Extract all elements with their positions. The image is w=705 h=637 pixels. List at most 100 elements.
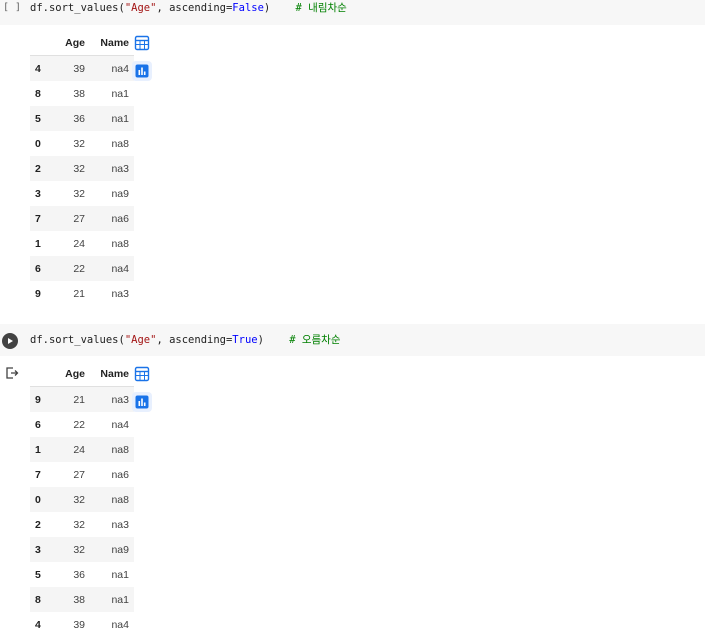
table-row: 7 27 na6	[30, 462, 134, 487]
row-index: 7	[35, 468, 41, 481]
age-cell: 27	[73, 212, 85, 225]
name-cell: na3	[111, 162, 129, 175]
row-index: 2	[35, 518, 41, 531]
table-row: 3 32 na9	[30, 181, 134, 206]
row-index: 3	[35, 187, 41, 200]
code-editor-1[interactable]: [ ] df.sort_values("Age", ascending=Fals…	[0, 0, 705, 25]
row-index: 0	[35, 137, 41, 150]
age-cell: 27	[73, 468, 85, 481]
output-redirect-icon[interactable]	[5, 366, 19, 380]
age-cell: 22	[73, 262, 85, 275]
row-index: 8	[35, 593, 41, 606]
age-cell: 39	[73, 618, 85, 631]
dataframe-table: Age Name 4 39 na4 8 38 na1 5 36 na1 0 32 na8 2 32…	[30, 30, 134, 306]
chart-view-button[interactable]	[132, 61, 152, 81]
table-view-icon	[134, 366, 150, 382]
row-index: 5	[35, 568, 41, 581]
bar-chart-icon	[135, 395, 149, 409]
table-row: 5 36 na1	[30, 562, 134, 587]
age-cell: 39	[73, 62, 85, 75]
code-editor-2[interactable]: df.sort_values("Age", ascending=True) # …	[0, 324, 705, 356]
table-row: 6 22 na4	[30, 412, 134, 437]
column-header-age: Age	[55, 30, 89, 56]
table-row: 1 24 na8	[30, 437, 134, 462]
table-row: 4 39 na4	[30, 612, 134, 637]
age-cell: 24	[73, 443, 85, 456]
row-index: 4	[35, 618, 41, 631]
table-view-icon	[134, 35, 150, 51]
name-cell: na4	[111, 62, 129, 75]
age-cell: 32	[73, 187, 85, 200]
age-cell: 36	[73, 112, 85, 125]
code-line[interactable]: df.sort_values("Age", ascending=False) #…	[30, 0, 347, 32]
code-cell-2[interactable]: df.sort_values("Age", ascending=True) # …	[0, 324, 705, 636]
age-cell: 21	[73, 393, 85, 406]
column-header-name: Name	[89, 30, 134, 56]
name-cell: na9	[111, 187, 129, 200]
cell-prompt: [ ]	[3, 2, 22, 13]
row-index: 9	[35, 287, 41, 300]
name-cell: na8	[111, 493, 129, 506]
row-index: 5	[35, 112, 41, 125]
name-cell: na8	[111, 443, 129, 456]
table-row: 7 27 na6	[30, 206, 134, 231]
row-index: 4	[35, 62, 41, 75]
table-row: 0 32 na8	[30, 131, 134, 156]
table-row: 6 22 na4	[30, 256, 134, 281]
chart-view-button[interactable]	[132, 392, 152, 412]
table-view-button[interactable]	[132, 33, 152, 53]
name-cell: na8	[111, 137, 129, 150]
code-line[interactable]: df.sort_values("Age", ascending=True) # …	[30, 332, 341, 364]
name-cell: na4	[111, 262, 129, 275]
code-cell-1[interactable]: [ ] df.sort_values("Age", ascending=Fals…	[0, 0, 705, 322]
name-cell: na1	[111, 568, 129, 581]
dataframe-table: Age Name 9 21 na3 6 22 na4 1 24 na8 7 27 na6 0 32…	[30, 361, 134, 637]
name-cell: na1	[111, 593, 129, 606]
name-cell: na6	[111, 468, 129, 481]
bar-chart-icon	[135, 64, 149, 78]
column-header-age: Age	[55, 361, 89, 387]
name-cell: na1	[111, 112, 129, 125]
age-cell: 38	[73, 593, 85, 606]
row-index: 1	[35, 237, 41, 250]
table-row: 2 32 na3	[30, 156, 134, 181]
name-cell: na8	[111, 237, 129, 250]
table-row: 4 39 na4	[30, 55, 134, 81]
age-cell: 22	[73, 418, 85, 431]
table-row: 1 24 na8	[30, 231, 134, 256]
name-cell: na9	[111, 543, 129, 556]
age-cell: 36	[73, 568, 85, 581]
name-cell: na3	[111, 393, 129, 406]
table-view-button[interactable]	[132, 364, 152, 384]
row-index: 7	[35, 212, 41, 225]
row-index: 6	[35, 418, 41, 431]
table-row: 3 32 na9	[30, 537, 134, 562]
row-index: 6	[35, 262, 41, 275]
table-row: 5 36 na1	[30, 106, 134, 131]
table-row: 9 21 na3	[30, 281, 134, 306]
age-cell: 32	[73, 518, 85, 531]
row-index: 2	[35, 162, 41, 175]
table-row: 0 32 na8	[30, 487, 134, 512]
name-cell: na3	[111, 287, 129, 300]
row-index: 1	[35, 443, 41, 456]
table-row: 8 38 na1	[30, 81, 134, 106]
name-cell: na4	[111, 618, 129, 631]
index-header	[30, 361, 55, 387]
row-index: 8	[35, 87, 41, 100]
age-cell: 21	[73, 287, 85, 300]
name-cell: na6	[111, 212, 129, 225]
age-cell: 32	[73, 493, 85, 506]
table-row: 8 38 na1	[30, 587, 134, 612]
name-cell: na1	[111, 87, 129, 100]
column-header-name: Name	[89, 361, 134, 387]
age-cell: 32	[73, 137, 85, 150]
run-cell-button[interactable]	[2, 333, 18, 349]
index-header	[30, 30, 55, 56]
table-row: 2 32 na3	[30, 512, 134, 537]
age-cell: 32	[73, 162, 85, 175]
name-cell: na4	[111, 418, 129, 431]
row-index: 9	[35, 393, 41, 406]
age-cell: 24	[73, 237, 85, 250]
play-circle-icon	[8, 338, 13, 344]
